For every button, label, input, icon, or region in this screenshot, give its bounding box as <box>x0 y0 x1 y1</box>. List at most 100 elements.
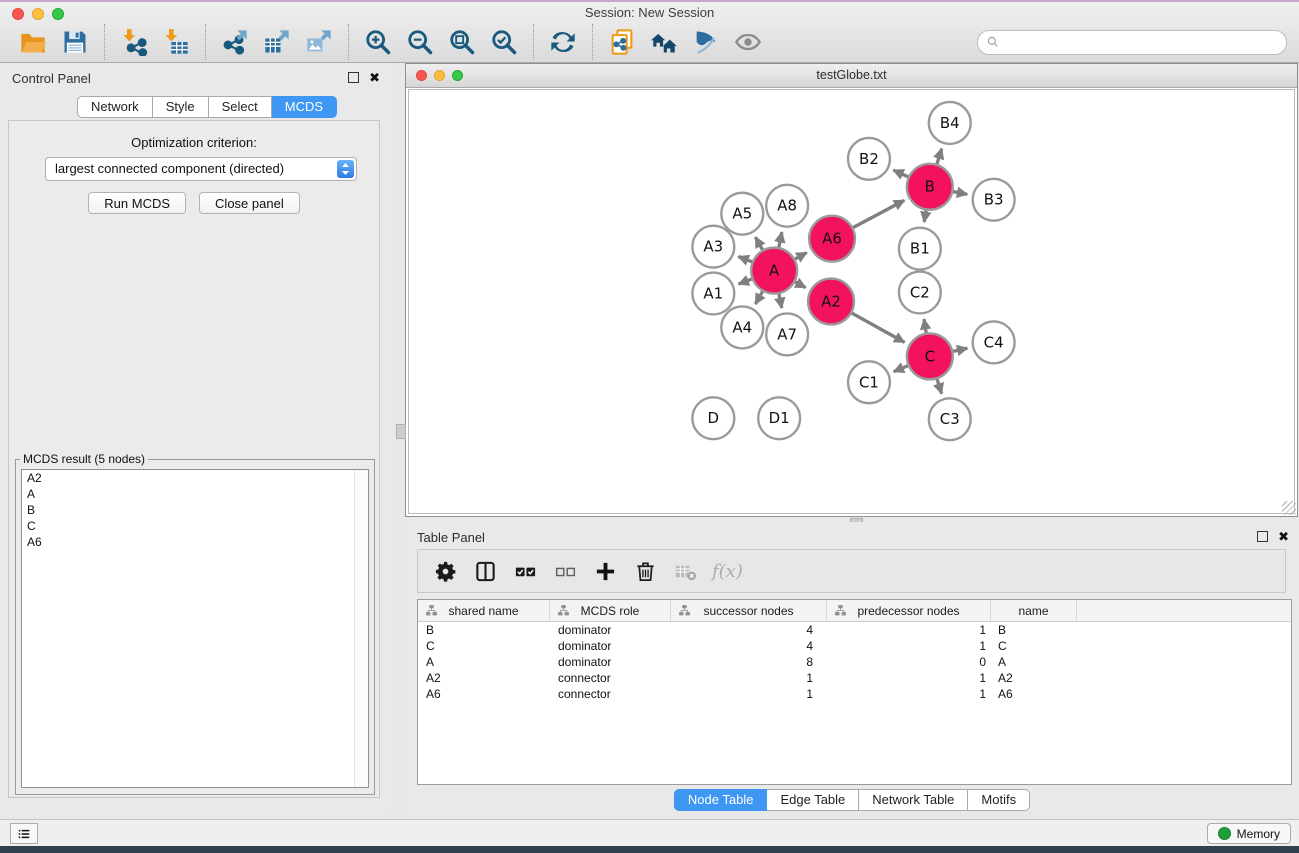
graph-node-A8[interactable]: A8 <box>766 185 808 227</box>
column-header-name[interactable]: name <box>991 600 1077 621</box>
home-layout-button[interactable] <box>645 24 683 60</box>
network-snapshot-button[interactable] <box>603 24 641 60</box>
close-panel-icon[interactable]: ✖ <box>1278 532 1289 542</box>
trash-icon <box>634 560 657 583</box>
network-window-titlebar[interactable]: testGlobe.txt <box>406 64 1297 88</box>
clear-selection-button[interactable] <box>552 558 578 584</box>
tab-network[interactable]: Network <box>77 96 153 118</box>
export-image-icon <box>305 28 333 56</box>
refresh-button[interactable] <box>544 24 582 60</box>
graph-node-B1[interactable]: B1 <box>899 228 941 270</box>
graph-node-B3[interactable]: B3 <box>973 179 1015 221</box>
table-row[interactable]: Bdominator41B <box>418 622 1291 638</box>
run-mcds-button[interactable]: Run MCDS <box>88 192 186 214</box>
control-panel-buttons: ✖ <box>348 72 380 83</box>
mcds-result-item[interactable]: A <box>22 486 368 502</box>
svg-text:A4: A4 <box>732 318 752 336</box>
graph-node-C2[interactable]: C2 <box>899 272 941 314</box>
vertical-scroll-handle[interactable] <box>396 424 406 439</box>
add-column-button[interactable] <box>592 558 618 584</box>
tab-motifs[interactable]: Motifs <box>968 789 1030 811</box>
network-canvas[interactable]: B4 B2 B B3 A5 A8 A6 B1 A3 A C2 A1 A2 A4 A7 C4 C C1 C3 D D1 <box>408 89 1295 514</box>
hide-graphics-details-button[interactable] <box>687 24 725 60</box>
graph-node-D1[interactable]: D1 <box>758 397 800 439</box>
mcds-result-item[interactable]: A6 <box>22 534 368 550</box>
graph-node-A1[interactable]: A1 <box>692 273 734 315</box>
svg-text:A8: A8 <box>777 197 797 215</box>
tab-mcds[interactable]: MCDS <box>272 96 337 118</box>
tab-style[interactable]: Style <box>153 96 209 118</box>
select-all-columns-button[interactable] <box>512 558 538 584</box>
delete-column-button[interactable] <box>632 558 658 584</box>
mcds-result-item[interactable]: A2 <box>22 470 368 486</box>
zoom-out-button[interactable] <box>401 24 439 60</box>
graph-node-A5[interactable]: A5 <box>721 193 763 235</box>
graph-node-A2[interactable]: A2 <box>808 279 854 325</box>
svg-text:B3: B3 <box>984 191 1004 209</box>
graph-node-A7[interactable]: A7 <box>766 313 808 355</box>
show-columns-button[interactable] <box>472 558 498 584</box>
graph-node-D[interactable]: D <box>692 397 734 439</box>
table-row[interactable]: Cdominator41C <box>418 638 1291 654</box>
tab-select[interactable]: Select <box>209 96 272 118</box>
graph-node-C[interactable]: C <box>907 333 953 379</box>
zoom-fit-button[interactable] <box>443 24 481 60</box>
tab-edge-table[interactable]: Edge Table <box>767 789 859 811</box>
result-list-scrollbar[interactable] <box>354 470 368 787</box>
column-header-mcds-role[interactable]: MCDS role <box>550 600 671 621</box>
open-file-button[interactable] <box>14 24 52 60</box>
import-table-button[interactable] <box>157 24 195 60</box>
graph-node-A6[interactable]: A6 <box>809 216 855 262</box>
table-row[interactable]: Adominator80A <box>418 654 1291 670</box>
window-resize-grip[interactable] <box>1282 501 1296 515</box>
column-header-predecessor-nodes[interactable]: predecessor nodes <box>827 600 991 621</box>
task-history-button[interactable] <box>10 823 38 844</box>
column-header-shared-name[interactable]: shared name <box>418 600 550 621</box>
birds-eye-view-button[interactable] <box>729 24 767 60</box>
save-session-button[interactable] <box>56 24 94 60</box>
mcds-result-item[interactable]: C <box>22 518 368 534</box>
export-image-button[interactable] <box>300 24 338 60</box>
graph-node-A[interactable]: A <box>751 248 797 294</box>
toolbar-separator <box>104 24 105 60</box>
tab-node-table[interactable]: Node Table <box>674 789 768 811</box>
column-header-successor-nodes[interactable]: successor nodes <box>671 600 827 621</box>
svg-text:A1: A1 <box>703 285 723 303</box>
zoom-in-button[interactable] <box>359 24 397 60</box>
table-row[interactable]: A6connector11A6 <box>418 686 1291 702</box>
float-panel-icon[interactable] <box>348 72 359 83</box>
export-table-button[interactable] <box>258 24 296 60</box>
table-row[interactable]: A2connector11A2 <box>418 670 1291 686</box>
close-panel-button[interactable]: Close panel <box>199 192 300 214</box>
search-box[interactable] <box>977 30 1287 55</box>
mcds-result-item[interactable]: B <box>22 502 368 518</box>
mcds-result-list: A2 A B C A6 <box>21 469 369 788</box>
zoom-selected-button[interactable] <box>485 24 523 60</box>
memory-button[interactable]: Memory <box>1207 823 1291 844</box>
cytoscape-app-window: Session: New Session <box>0 0 1299 853</box>
svg-text:A2: A2 <box>821 292 841 310</box>
graph-node-B4[interactable]: B4 <box>929 102 971 144</box>
search-input[interactable] <box>1005 34 1278 50</box>
graph-node-C3[interactable]: C3 <box>929 398 971 440</box>
graph-node-C1[interactable]: C1 <box>848 361 890 403</box>
zoom-in-icon <box>364 28 392 56</box>
graph-node-B2[interactable]: B2 <box>848 138 890 180</box>
graph-node-A4[interactable]: A4 <box>721 306 763 348</box>
birds-eye-icon <box>734 28 762 56</box>
graph-node-C4[interactable]: C4 <box>973 321 1015 363</box>
combo-stepper-icon <box>337 160 354 178</box>
export-network-button[interactable] <box>216 24 254 60</box>
import-network-button[interactable] <box>115 24 153 60</box>
float-panel-icon[interactable] <box>1257 531 1268 542</box>
graph-node-A3[interactable]: A3 <box>692 226 734 268</box>
graph-node-B[interactable]: B <box>907 164 953 210</box>
optimization-criterion-select[interactable]: largest connected component (directed) <box>45 157 357 181</box>
table-options-button[interactable] <box>432 558 458 584</box>
columns-icon <box>474 560 497 583</box>
tab-network-table[interactable]: Network Table <box>859 789 968 811</box>
network-graph: B4 B2 B B3 A5 A8 A6 B1 A3 A C2 A1 A2 A4 A7 C4 C C1 C3 D D1 <box>409 90 1294 513</box>
close-panel-icon[interactable]: ✖ <box>369 73 380 83</box>
table-tabs: Node Table Edge Table Network Table Moti… <box>405 789 1299 811</box>
optimization-criterion-label: Optimization criterion: <box>9 135 379 150</box>
